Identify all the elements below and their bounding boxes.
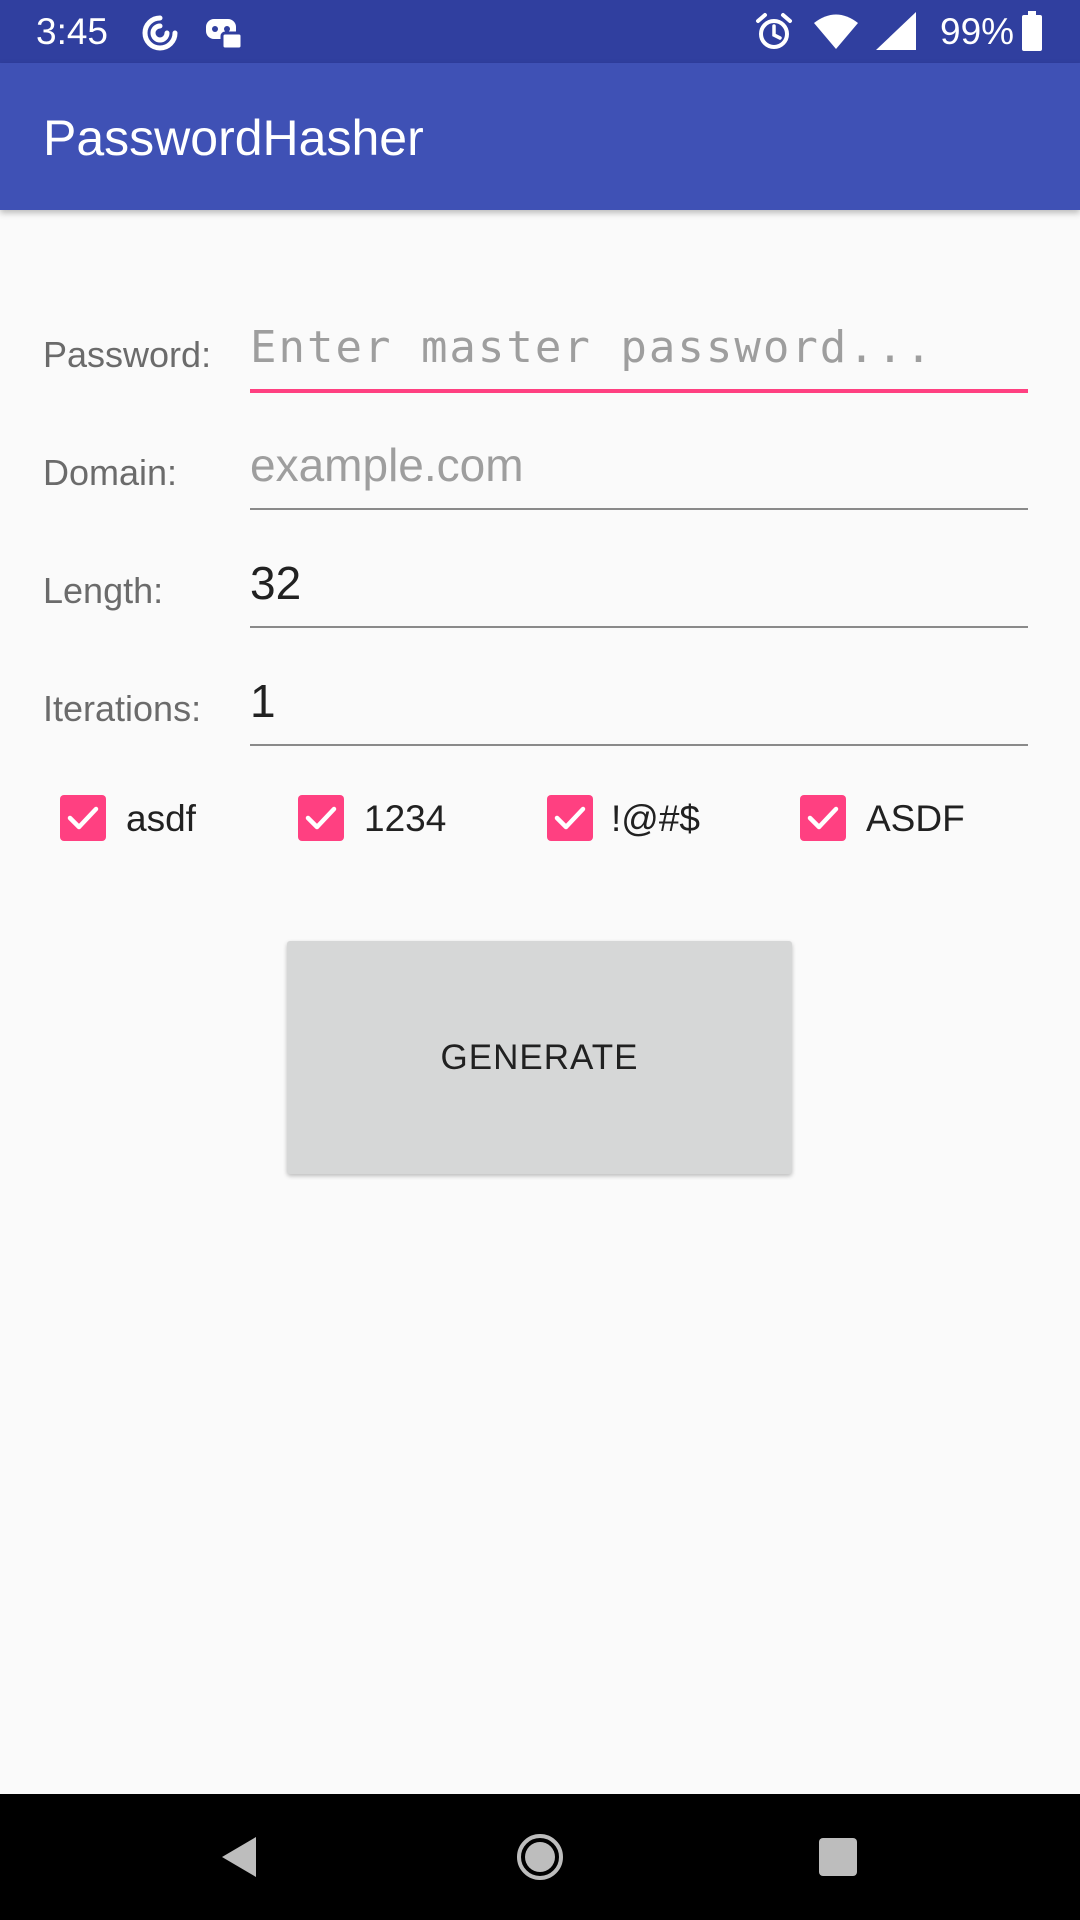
wifi-icon — [813, 14, 859, 55]
checkbox-label: !@#$ — [611, 798, 700, 839]
domain-row: Domain: — [0, 418, 1080, 528]
length-underline — [250, 626, 1028, 628]
home-icon — [517, 1834, 563, 1880]
recents-icon — [819, 1838, 857, 1876]
app-bar: PasswordHasher — [0, 63, 1080, 210]
cell-signal-icon — [876, 12, 916, 55]
iterations-underline — [250, 744, 1028, 746]
length-label: Length: — [43, 570, 164, 611]
back-icon — [222, 1837, 256, 1877]
back-button[interactable] — [148, 1794, 328, 1920]
recents-button[interactable] — [748, 1794, 928, 1920]
alarm-icon — [755, 12, 793, 57]
home-button[interactable] — [450, 1794, 630, 1920]
status-time: 3:45 — [36, 11, 109, 52]
iterations-input[interactable] — [250, 654, 1028, 734]
navigation-bar — [0, 1794, 1080, 1920]
app-title: PasswordHasher — [43, 110, 424, 166]
checkbox-checked-icon[interactable] — [547, 795, 593, 841]
password-input[interactable] — [250, 300, 1028, 380]
checkbox-label: ASDF — [866, 798, 965, 839]
length-row: Length: — [0, 536, 1080, 646]
battery-icon — [1022, 11, 1042, 56]
game-controller-icon — [204, 15, 244, 56]
iterations-label: Iterations: — [43, 688, 202, 729]
password-underline — [250, 389, 1028, 393]
generate-button[interactable]: GENERATE — [287, 941, 792, 1174]
password-row: Password: — [0, 300, 1080, 410]
sync-icon — [140, 13, 180, 58]
length-input[interactable] — [250, 536, 1028, 616]
domain-input[interactable] — [250, 418, 1028, 498]
domain-label: Domain: — [43, 452, 178, 493]
checkbox-checked-icon[interactable] — [298, 795, 344, 841]
status-bar: 3:45 99% — [0, 0, 1080, 63]
battery-percent: 99% — [940, 11, 1015, 52]
password-label: Password: — [43, 334, 212, 375]
domain-underline — [250, 508, 1028, 510]
checkbox-checked-icon[interactable] — [60, 795, 106, 841]
checkbox-label: 1234 — [364, 798, 447, 839]
iterations-row: Iterations: — [0, 654, 1080, 764]
checkbox-label: asdf — [126, 798, 196, 839]
checkbox-checked-icon[interactable] — [800, 795, 846, 841]
